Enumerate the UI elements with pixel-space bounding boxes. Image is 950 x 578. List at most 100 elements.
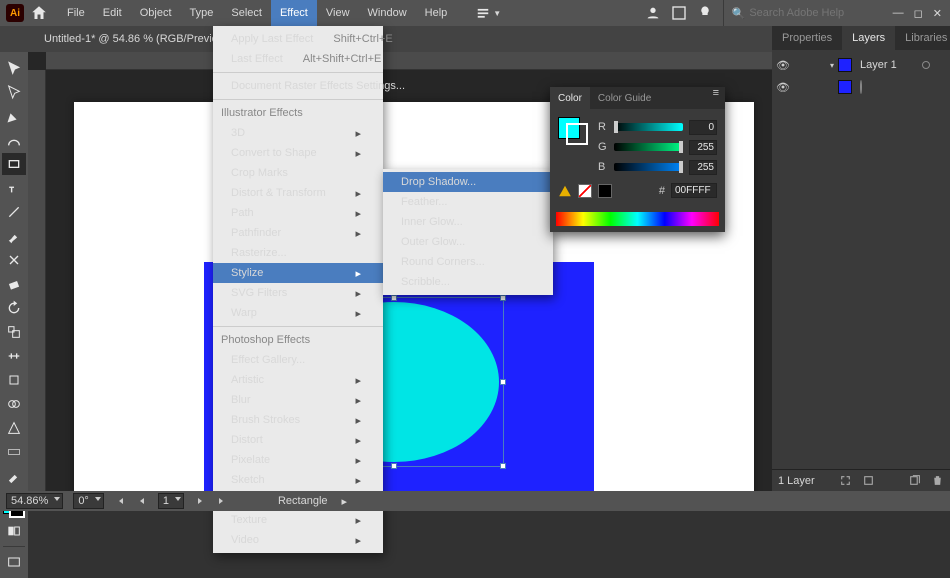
menu-item-pathfinder[interactable]: Pathfinder▸ xyxy=(213,223,383,243)
type-tool[interactable]: T xyxy=(2,177,26,199)
curvature-tool[interactable] xyxy=(2,129,26,151)
next-artboard-icon[interactable] xyxy=(194,495,206,507)
bulb-icon[interactable] xyxy=(697,5,713,21)
tab-layers[interactable]: Layers xyxy=(842,26,895,50)
rectangle-tool[interactable] xyxy=(2,153,26,175)
menu-item-round-corners-[interactable]: Round Corners... xyxy=(383,252,553,272)
tab-color[interactable]: Color xyxy=(550,87,590,109)
chevron-right-icon[interactable]: ▸ xyxy=(342,495,348,508)
rotate-field[interactable]: 0° xyxy=(73,493,104,509)
delete-layer-icon[interactable] xyxy=(931,474,944,487)
menu-object[interactable]: Object xyxy=(131,0,181,26)
menu-item-texture[interactable]: Texture▸ xyxy=(213,510,383,530)
menu-item-video[interactable]: Video▸ xyxy=(213,530,383,550)
menu-view[interactable]: View xyxy=(317,0,359,26)
free-transform-tool[interactable] xyxy=(2,369,26,391)
menu-item-rasterize-[interactable]: Rasterize... xyxy=(213,243,383,263)
workspace-switcher[interactable]: ▼ xyxy=(470,6,507,20)
g-value[interactable]: 255 xyxy=(689,140,717,155)
menu-item-distort-transform[interactable]: Distort & Transform▸ xyxy=(213,183,383,203)
r-slider[interactable] xyxy=(614,123,683,131)
menu-item-effect-gallery-[interactable]: Effect Gallery... xyxy=(213,350,383,370)
color-panel[interactable]: Color Color Guide ≡ R0 G255 B255 # 00FFF… xyxy=(550,87,725,232)
zoom-field[interactable]: 54.86% xyxy=(6,493,63,509)
disclosure-icon[interactable]: ▾ xyxy=(830,61,834,70)
menu-item-crop-marks[interactable]: Crop Marks xyxy=(213,163,383,183)
menu-item-stylize[interactable]: Stylize▸ xyxy=(213,263,383,283)
direct-selection-tool[interactable] xyxy=(2,81,26,103)
menu-window[interactable]: Window xyxy=(359,0,416,26)
ruler-horizontal[interactable] xyxy=(46,52,772,70)
menu-item-inner-glow-[interactable]: Inner Glow... xyxy=(383,212,553,232)
menu-effect[interactable]: Effect xyxy=(271,0,317,26)
menu-item-sketch[interactable]: Sketch▸ xyxy=(213,470,383,490)
window-minimize[interactable]: — xyxy=(893,7,904,19)
perspective-tool[interactable] xyxy=(2,417,26,439)
new-sublayer-icon[interactable] xyxy=(885,474,898,487)
help-search[interactable]: 🔍 xyxy=(723,0,883,26)
pen-tool[interactable] xyxy=(2,105,26,127)
menu-type[interactable]: Type xyxy=(181,0,223,26)
locate-object-icon[interactable] xyxy=(839,474,852,487)
menu-item-path[interactable]: Path▸ xyxy=(213,203,383,223)
layer-name[interactable]: Layer 1 xyxy=(860,59,897,71)
layer-name[interactable] xyxy=(860,81,866,93)
menu-item-drop-shadow-[interactable]: Drop Shadow... xyxy=(383,172,553,192)
menu-item-distort[interactable]: Distort▸ xyxy=(213,430,383,450)
r-value[interactable]: 0 xyxy=(689,120,717,135)
user-icon[interactable] xyxy=(645,5,661,21)
last-color-swatch[interactable] xyxy=(598,184,612,198)
new-layer-icon[interactable] xyxy=(908,474,921,487)
menu-item-blur[interactable]: Blur▸ xyxy=(213,390,383,410)
visibility-icon[interactable]: 👁 xyxy=(776,81,790,94)
scale-tool[interactable] xyxy=(2,321,26,343)
menu-file[interactable]: File xyxy=(58,0,94,26)
tab-properties[interactable]: Properties xyxy=(772,26,842,50)
line-tool[interactable] xyxy=(2,201,26,223)
home-icon[interactable] xyxy=(30,4,48,22)
window-close[interactable]: ✕ xyxy=(933,7,942,20)
prev-artboard-icon[interactable] xyxy=(136,495,148,507)
spectrum-ramp[interactable] xyxy=(556,212,719,226)
hex-value[interactable]: 00FFFF xyxy=(671,183,717,198)
g-slider[interactable] xyxy=(614,143,683,151)
tab-libraries[interactable]: Libraries xyxy=(895,26,950,50)
menu-item-pixelate[interactable]: Pixelate▸ xyxy=(213,450,383,470)
menu-item-3d[interactable]: 3D▸ xyxy=(213,123,383,143)
b-slider[interactable] xyxy=(614,163,683,171)
artboard-nav[interactable]: 1 xyxy=(158,493,184,509)
gamut-warning-icon[interactable] xyxy=(558,184,572,198)
menu-item-feather-[interactable]: Feather... xyxy=(383,192,553,212)
eraser-tool[interactable] xyxy=(2,273,26,295)
menu-edit[interactable]: Edit xyxy=(94,0,131,26)
gradient-tool[interactable] xyxy=(2,441,26,463)
menu-item-artistic[interactable]: Artistic▸ xyxy=(213,370,383,390)
shape-builder-tool[interactable] xyxy=(2,393,26,415)
window-maximize[interactable]: ◻ xyxy=(914,7,923,20)
shaper-tool[interactable] xyxy=(2,249,26,271)
target-icon[interactable] xyxy=(922,61,930,69)
menu-item-brush-strokes[interactable]: Brush Strokes▸ xyxy=(213,410,383,430)
menu-help[interactable]: Help xyxy=(416,0,457,26)
visibility-icon[interactable]: 👁 xyxy=(776,59,790,72)
help-search-input[interactable] xyxy=(749,7,869,19)
menu-item-svg-filters[interactable]: SVG Filters▸ xyxy=(213,283,383,303)
color-swatch[interactable] xyxy=(558,117,590,143)
menu-item-convert-to-shape[interactable]: Convert to Shape▸ xyxy=(213,143,383,163)
ruler-vertical[interactable] xyxy=(28,70,46,491)
rotate-tool[interactable] xyxy=(2,297,26,319)
target-icon[interactable] xyxy=(860,80,862,94)
layer-row[interactable]: 👁 ▾ Layer 1 xyxy=(772,54,950,76)
b-value[interactable]: 255 xyxy=(689,160,717,175)
layer-row[interactable]: 👁 xyxy=(772,76,950,98)
menu-item-outer-glow-[interactable]: Outer Glow... xyxy=(383,232,553,252)
draw-mode[interactable] xyxy=(2,520,26,542)
menu-item-warp[interactable]: Warp▸ xyxy=(213,303,383,323)
paintbrush-tool[interactable] xyxy=(2,225,26,247)
menu-item-document-raster-effects-settings-[interactable]: Document Raster Effects Settings... xyxy=(213,76,383,96)
tab-color-guide[interactable]: Color Guide xyxy=(590,87,659,109)
eyedropper-tool[interactable] xyxy=(2,465,26,487)
width-tool[interactable] xyxy=(2,345,26,367)
none-swatch[interactable] xyxy=(578,184,592,198)
first-artboard-icon[interactable] xyxy=(114,495,126,507)
